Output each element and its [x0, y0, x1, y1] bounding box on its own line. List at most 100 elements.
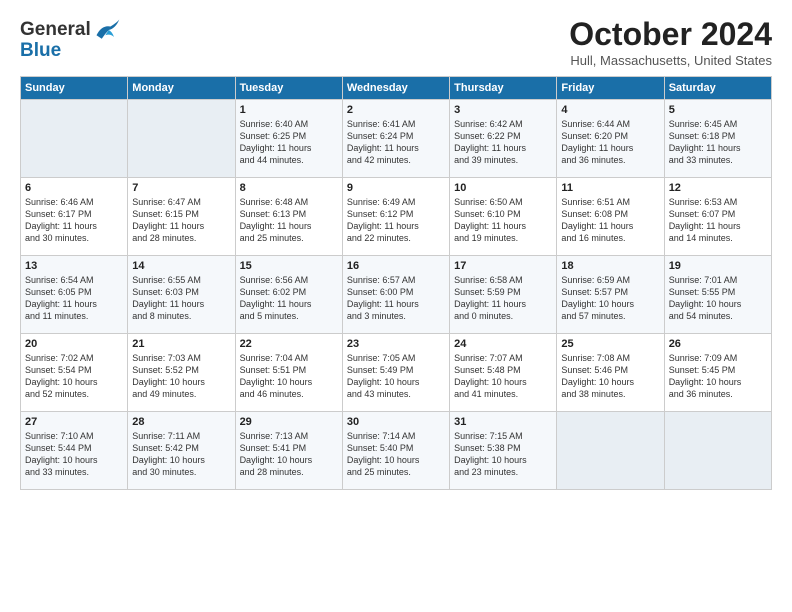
day-number: 22 — [240, 338, 338, 350]
logo: General Blue — [20, 16, 121, 62]
day-info: Sunrise: 6:54 AM Sunset: 6:05 PM Dayligh… — [25, 274, 123, 323]
day-info: Sunrise: 6:47 AM Sunset: 6:15 PM Dayligh… — [132, 196, 230, 245]
weekday-header-sunday: Sunday — [21, 77, 128, 100]
calendar-cell: 30 Sunrise: 7:14 AM Sunset: 5:40 PM Dayli… — [342, 412, 449, 490]
day-info: Sunrise: 6:44 AM Sunset: 6:20 PM Dayligh… — [561, 118, 659, 167]
day-info: Sunrise: 6:50 AM Sunset: 6:10 PM Dayligh… — [454, 196, 552, 245]
day-number: 30 — [347, 416, 445, 428]
day-info: Sunrise: 7:03 AM Sunset: 5:52 PM Dayligh… — [132, 352, 230, 401]
day-info: Sunrise: 6:40 AM Sunset: 6:25 PM Dayligh… — [240, 118, 338, 167]
day-number: 19 — [669, 260, 767, 272]
week-row-2: 6 Sunrise: 6:46 AM Sunset: 6:17 PM Daylig… — [21, 178, 772, 256]
day-number: 25 — [561, 338, 659, 350]
calendar-cell: 1 Sunrise: 6:40 AM Sunset: 6:25 PM Daylig… — [235, 100, 342, 178]
calendar-cell: 3 Sunrise: 6:42 AM Sunset: 6:22 PM Daylig… — [450, 100, 557, 178]
calendar-cell: 22 Sunrise: 7:04 AM Sunset: 5:51 PM Dayli… — [235, 334, 342, 412]
logo-bird-icon — [93, 16, 121, 44]
day-number: 23 — [347, 338, 445, 350]
calendar-cell — [557, 412, 664, 490]
day-info: Sunrise: 6:45 AM Sunset: 6:18 PM Dayligh… — [669, 118, 767, 167]
day-info: Sunrise: 7:05 AM Sunset: 5:49 PM Dayligh… — [347, 352, 445, 401]
day-number: 1 — [240, 104, 338, 116]
day-info: Sunrise: 6:49 AM Sunset: 6:12 PM Dayligh… — [347, 196, 445, 245]
week-row-3: 13 Sunrise: 6:54 AM Sunset: 6:05 PM Dayli… — [21, 256, 772, 334]
calendar-cell — [128, 100, 235, 178]
day-number: 17 — [454, 260, 552, 272]
day-number: 7 — [132, 182, 230, 194]
day-number: 31 — [454, 416, 552, 428]
day-number: 16 — [347, 260, 445, 272]
day-info: Sunrise: 7:14 AM Sunset: 5:40 PM Dayligh… — [347, 430, 445, 479]
calendar-cell: 19 Sunrise: 7:01 AM Sunset: 5:55 PM Dayli… — [664, 256, 771, 334]
weekday-header-thursday: Thursday — [450, 77, 557, 100]
day-number: 26 — [669, 338, 767, 350]
day-info: Sunrise: 7:02 AM Sunset: 5:54 PM Dayligh… — [25, 352, 123, 401]
calendar-cell: 24 Sunrise: 7:07 AM Sunset: 5:48 PM Dayli… — [450, 334, 557, 412]
weekday-header-saturday: Saturday — [664, 77, 771, 100]
day-number: 11 — [561, 182, 659, 194]
calendar-cell: 23 Sunrise: 7:05 AM Sunset: 5:49 PM Dayli… — [342, 334, 449, 412]
calendar-cell: 9 Sunrise: 6:49 AM Sunset: 6:12 PM Daylig… — [342, 178, 449, 256]
calendar-cell: 7 Sunrise: 6:47 AM Sunset: 6:15 PM Daylig… — [128, 178, 235, 256]
day-info: Sunrise: 7:04 AM Sunset: 5:51 PM Dayligh… — [240, 352, 338, 401]
day-info: Sunrise: 7:10 AM Sunset: 5:44 PM Dayligh… — [25, 430, 123, 479]
day-info: Sunrise: 6:42 AM Sunset: 6:22 PM Dayligh… — [454, 118, 552, 167]
day-info: Sunrise: 6:53 AM Sunset: 6:07 PM Dayligh… — [669, 196, 767, 245]
calendar-cell: 14Sunrise: 6:55 AM Sunset: 6:03 PM Dayli… — [128, 256, 235, 334]
calendar-cell: 27Sunrise: 7:10 AM Sunset: 5:44 PM Dayli… — [21, 412, 128, 490]
calendar-cell: 4Sunrise: 6:44 AM Sunset: 6:20 PM Daylig… — [557, 100, 664, 178]
calendar-cell: 28Sunrise: 7:11 AM Sunset: 5:42 PM Dayli… — [128, 412, 235, 490]
day-info: Sunrise: 7:09 AM Sunset: 5:45 PM Dayligh… — [669, 352, 767, 401]
logo-text-general: General — [20, 19, 91, 41]
day-number: 24 — [454, 338, 552, 350]
day-info: Sunrise: 6:59 AM Sunset: 5:57 PM Dayligh… — [561, 274, 659, 323]
calendar-cell: 11 Sunrise: 6:51 AM Sunset: 6:08 PM Dayli… — [557, 178, 664, 256]
day-info: Sunrise: 7:11 AM Sunset: 5:42 PM Dayligh… — [132, 430, 230, 479]
day-number: 2 — [347, 104, 445, 116]
day-info: Sunrise: 7:08 AM Sunset: 5:46 PM Dayligh… — [561, 352, 659, 401]
calendar-cell: 31 Sunrise: 7:15 AM Sunset: 5:38 PM Dayli… — [450, 412, 557, 490]
day-info: Sunrise: 7:13 AM Sunset: 5:41 PM Dayligh… — [240, 430, 338, 479]
weekday-header-row: SundayMondayTuesdayWednesdayThursdayFrid… — [21, 77, 772, 100]
week-row-1: 1 Sunrise: 6:40 AM Sunset: 6:25 PM Daylig… — [21, 100, 772, 178]
day-number: 13 — [25, 260, 123, 272]
day-info: Sunrise: 6:56 AM Sunset: 6:02 PM Dayligh… — [240, 274, 338, 323]
calendar-cell: 10 Sunrise: 6:50 AM Sunset: 6:10 PM Dayli… — [450, 178, 557, 256]
day-info: Sunrise: 6:57 AM Sunset: 6:00 PM Dayligh… — [347, 274, 445, 323]
day-number: 10 — [454, 182, 552, 194]
page-header: General Blue October 2024 Hull, Massachu… — [20, 16, 772, 68]
title-area: October 2024 Hull, Massachusetts, United… — [569, 16, 772, 68]
day-number: 21 — [132, 338, 230, 350]
calendar-table: SundayMondayTuesdayWednesdayThursdayFrid… — [20, 76, 772, 490]
calendar-cell: 16 Sunrise: 6:57 AM Sunset: 6:00 PM Dayli… — [342, 256, 449, 334]
day-info: Sunrise: 6:41 AM Sunset: 6:24 PM Dayligh… — [347, 118, 445, 167]
calendar-cell: 15Sunrise: 6:56 AM Sunset: 6:02 PM Dayli… — [235, 256, 342, 334]
day-number: 8 — [240, 182, 338, 194]
day-info: Sunrise: 6:48 AM Sunset: 6:13 PM Dayligh… — [240, 196, 338, 245]
day-number: 9 — [347, 182, 445, 194]
calendar-cell — [21, 100, 128, 178]
weekday-header-tuesday: Tuesday — [235, 77, 342, 100]
calendar-cell: 8 Sunrise: 6:48 AM Sunset: 6:13 PM Daylig… — [235, 178, 342, 256]
calendar-cell: 13 Sunrise: 6:54 AM Sunset: 6:05 PM Dayli… — [21, 256, 128, 334]
day-number: 3 — [454, 104, 552, 116]
calendar-cell: 12Sunrise: 6:53 AM Sunset: 6:07 PM Dayli… — [664, 178, 771, 256]
month-title: October 2024 — [569, 16, 772, 53]
calendar-cell — [664, 412, 771, 490]
day-info: Sunrise: 7:07 AM Sunset: 5:48 PM Dayligh… — [454, 352, 552, 401]
day-number: 6 — [25, 182, 123, 194]
day-number: 18 — [561, 260, 659, 272]
calendar-cell: 21 Sunrise: 7:03 AM Sunset: 5:52 PM Dayli… — [128, 334, 235, 412]
day-info: Sunrise: 6:58 AM Sunset: 5:59 PM Dayligh… — [454, 274, 552, 323]
calendar-cell: 18 Sunrise: 6:59 AM Sunset: 5:57 PM Dayli… — [557, 256, 664, 334]
week-row-4: 20Sunrise: 7:02 AM Sunset: 5:54 PM Dayli… — [21, 334, 772, 412]
day-info: Sunrise: 7:15 AM Sunset: 5:38 PM Dayligh… — [454, 430, 552, 479]
calendar-cell: 29Sunrise: 7:13 AM Sunset: 5:41 PM Dayli… — [235, 412, 342, 490]
location-label: Hull, Massachusetts, United States — [569, 53, 772, 68]
day-info: Sunrise: 6:51 AM Sunset: 6:08 PM Dayligh… — [561, 196, 659, 245]
day-info: Sunrise: 6:46 AM Sunset: 6:17 PM Dayligh… — [25, 196, 123, 245]
calendar-cell: 5Sunrise: 6:45 AM Sunset: 6:18 PM Daylig… — [664, 100, 771, 178]
calendar-cell: 2 Sunrise: 6:41 AM Sunset: 6:24 PM Daylig… — [342, 100, 449, 178]
day-info: Sunrise: 7:01 AM Sunset: 5:55 PM Dayligh… — [669, 274, 767, 323]
week-row-5: 27Sunrise: 7:10 AM Sunset: 5:44 PM Dayli… — [21, 412, 772, 490]
